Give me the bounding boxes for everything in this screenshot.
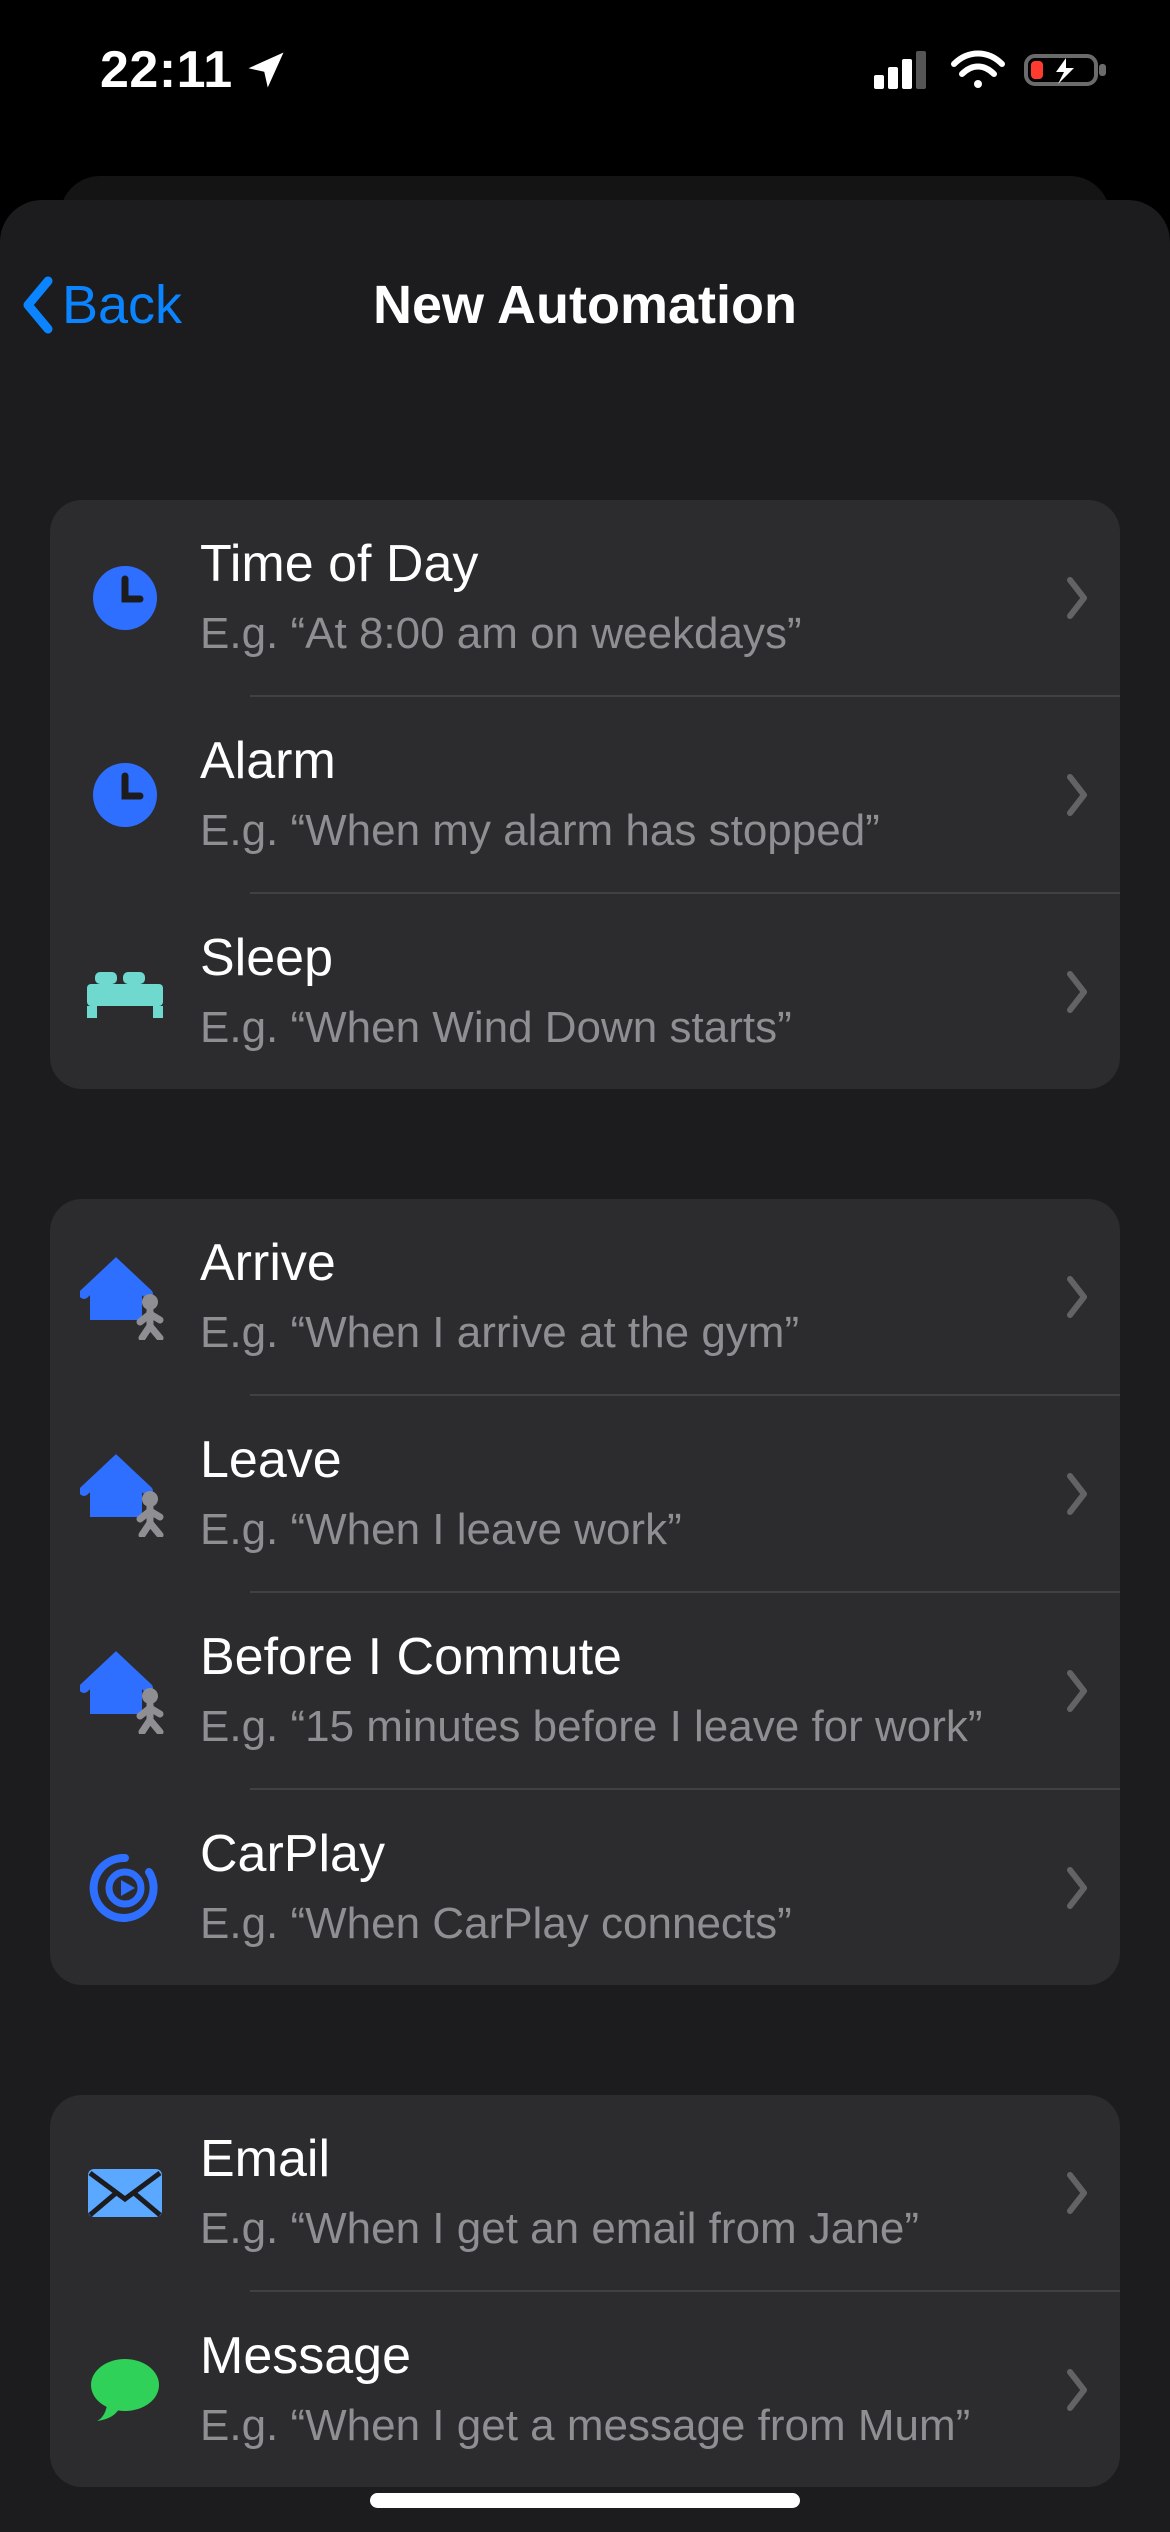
trigger-group-location: Arrive E.g. “When I arrive at the gym” L: [50, 1199, 1120, 1985]
trigger-row-leave[interactable]: Leave E.g. “When I leave work”: [50, 1396, 1120, 1591]
chevron-left-icon: [18, 275, 56, 335]
trigger-subtitle: E.g. “When CarPlay connects”: [200, 1896, 1044, 1951]
trigger-group-communication: Email E.g. “When I get an email from Jan…: [50, 2095, 1120, 2487]
house-commute-icon: [80, 1648, 170, 1734]
trigger-subtitle: E.g. “When I arrive at the gym”: [200, 1305, 1044, 1360]
trigger-row-alarm[interactable]: Alarm E.g. “When my alarm has stopped”: [50, 697, 1120, 892]
status-indicators: [874, 50, 1110, 90]
battery-icon: [1024, 50, 1110, 90]
trigger-title: Time of Day: [200, 534, 1044, 594]
trigger-subtitle: E.g. “At 8:00 am on weekdays”: [200, 606, 1044, 661]
trigger-subtitle: E.g. “When Wind Down starts”: [200, 1000, 1044, 1055]
chevron-right-icon: [1064, 1275, 1090, 1319]
trigger-subtitle: E.g. “When I get a message from Mum”: [200, 2398, 1044, 2453]
chevron-right-icon: [1064, 2171, 1090, 2215]
chevron-right-icon: [1064, 970, 1090, 1014]
bed-icon: [80, 962, 170, 1022]
trigger-row-carplay[interactable]: CarPlay E.g. “When CarPlay connects”: [50, 1790, 1120, 1985]
modal-sheet: Back New Automation Time of Day E.g. “At…: [0, 200, 1170, 2532]
trigger-title: Before I Commute: [200, 1627, 1044, 1687]
mail-icon: [80, 2165, 170, 2221]
trigger-subtitle: E.g. “When I leave work”: [200, 1502, 1044, 1557]
chevron-right-icon: [1064, 576, 1090, 620]
house-arrive-icon: [80, 1254, 170, 1340]
trigger-row-arrive[interactable]: Arrive E.g. “When I arrive at the gym”: [50, 1199, 1120, 1394]
carplay-icon: [80, 1852, 170, 1924]
home-indicator[interactable]: [370, 2493, 800, 2508]
trigger-row-email[interactable]: Email E.g. “When I get an email from Jan…: [50, 2095, 1120, 2290]
back-label: Back: [62, 274, 182, 336]
trigger-subtitle: E.g. “15 minutes before I leave for work…: [200, 1699, 1044, 1754]
clock-icon: [80, 760, 170, 830]
nav-bar: Back New Automation: [0, 240, 1170, 370]
status-time: 22:11: [100, 40, 233, 100]
trigger-subtitle: E.g. “When I get an email from Jane”: [200, 2201, 1044, 2256]
trigger-title: Alarm: [200, 731, 1044, 791]
house-leave-icon: [80, 1451, 170, 1537]
chevron-right-icon: [1064, 2368, 1090, 2412]
chevron-right-icon: [1064, 1866, 1090, 1910]
back-button[interactable]: Back: [18, 274, 182, 336]
trigger-title: Leave: [200, 1430, 1044, 1490]
status-bar: 22:11: [0, 0, 1170, 140]
trigger-row-sleep[interactable]: Sleep E.g. “When Wind Down starts”: [50, 894, 1120, 1089]
clock-icon: [80, 563, 170, 633]
trigger-title: Sleep: [200, 928, 1044, 988]
trigger-row-message[interactable]: Message E.g. “When I get a message from …: [50, 2292, 1120, 2487]
trigger-title: CarPlay: [200, 1824, 1044, 1884]
wifi-icon: [950, 50, 1006, 90]
trigger-title: Email: [200, 2129, 1044, 2189]
chevron-right-icon: [1064, 1472, 1090, 1516]
trigger-row-time-of-day[interactable]: Time of Day E.g. “At 8:00 am on weekdays…: [50, 500, 1120, 695]
status-time-group: 22:11: [100, 40, 287, 100]
trigger-title: Message: [200, 2326, 1044, 2386]
trigger-group-time: Time of Day E.g. “At 8:00 am on weekdays…: [50, 500, 1120, 1089]
trigger-title: Arrive: [200, 1233, 1044, 1293]
message-icon: [80, 2357, 170, 2423]
cellular-icon: [874, 51, 932, 89]
trigger-list: Time of Day E.g. “At 8:00 am on weekdays…: [0, 370, 1170, 2487]
chevron-right-icon: [1064, 1669, 1090, 1713]
trigger-subtitle: E.g. “When my alarm has stopped”: [200, 803, 1044, 858]
chevron-right-icon: [1064, 773, 1090, 817]
trigger-row-before-commute[interactable]: Before I Commute E.g. “15 minutes before…: [50, 1593, 1120, 1788]
location-icon: [245, 49, 287, 91]
